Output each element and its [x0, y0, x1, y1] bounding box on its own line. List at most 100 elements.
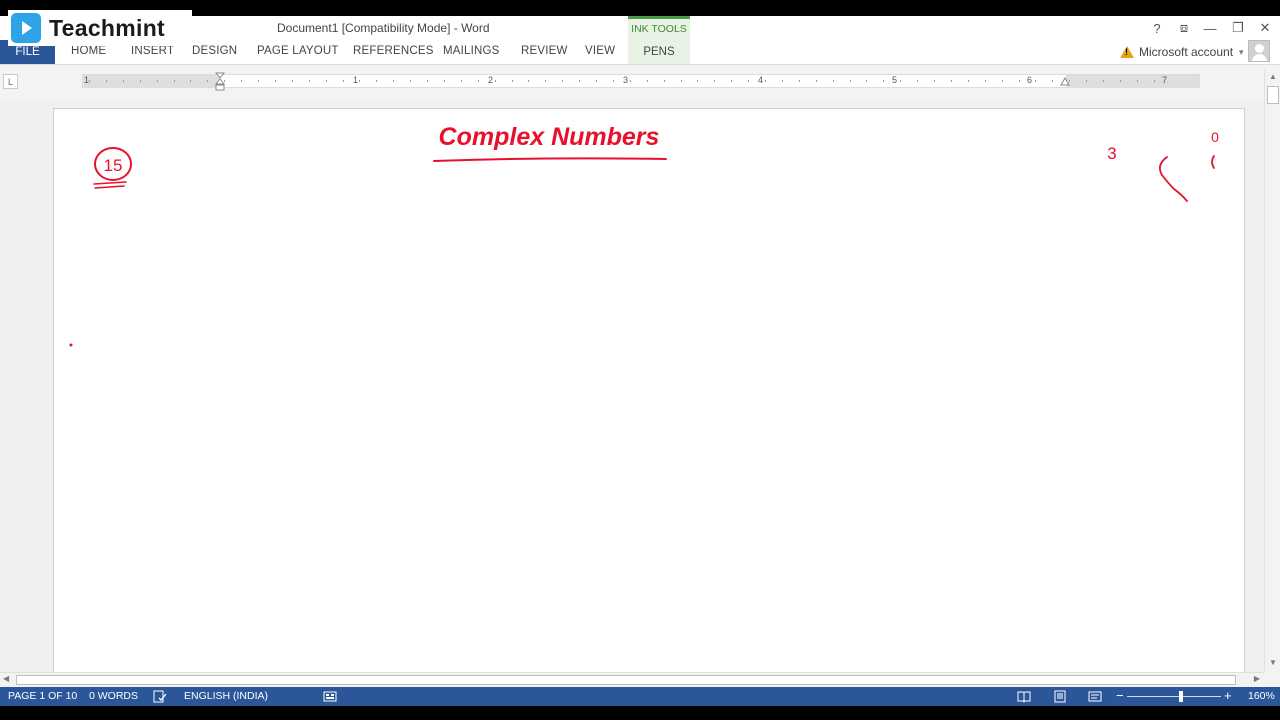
ruler-tick	[1086, 80, 1088, 82]
ruler-tick	[748, 80, 750, 82]
tab-page-layout[interactable]: PAGE LAYOUT	[257, 45, 339, 57]
ruler-tick	[460, 80, 462, 82]
ruler-tick	[1103, 80, 1104, 82]
ruler-tick	[934, 80, 935, 82]
document-title: Document1 [Compatibility Mode] - Word	[277, 21, 490, 35]
ruler-tick	[528, 80, 530, 82]
ruler-tick	[427, 80, 428, 82]
ruler-tick	[680, 80, 682, 82]
ruler-tick	[967, 80, 969, 82]
ruler-tick	[139, 80, 141, 82]
ruler-tick	[612, 80, 614, 82]
ruler-tick	[258, 80, 259, 82]
ruler-tick	[443, 80, 445, 82]
vertical-scrollbar[interactable]: ▲ ▼	[1264, 70, 1280, 672]
minimize-icon[interactable]: —	[1200, 19, 1220, 37]
horizontal-scrollbar[interactable]: ◀ ▶	[0, 672, 1264, 687]
ruler-tick	[1052, 80, 1054, 82]
teachmint-logo-icon	[11, 13, 41, 43]
web-layout-icon[interactable]	[1088, 690, 1102, 703]
ruler-number: 3	[623, 75, 629, 85]
scroll-up-icon[interactable]: ▲	[1267, 72, 1279, 84]
ink-tools-context-group: INK TOOLS PENS	[628, 16, 690, 64]
ruler-tick	[122, 80, 124, 82]
scroll-right-icon[interactable]: ▶	[1254, 674, 1260, 683]
account-label: Microsoft account	[1139, 45, 1234, 59]
screen-top-strip	[0, 0, 1280, 16]
restore-icon[interactable]: ❐	[1228, 19, 1248, 37]
ruler-tick	[494, 80, 496, 82]
ruler-tick	[1018, 80, 1020, 82]
status-bar: PAGE 1 OF 10 0 WORDS ENGLISH (INDIA) − +…	[0, 687, 1280, 706]
ruler-tick	[815, 80, 817, 82]
zoom-slider[interactable]	[1127, 696, 1221, 697]
ruler-number: 2	[488, 75, 494, 85]
macro-recording-icon[interactable]	[323, 690, 337, 703]
ruler-tick	[308, 80, 310, 82]
scroll-down-icon[interactable]: ▼	[1267, 658, 1279, 670]
ruler-tick	[984, 80, 986, 82]
tab-pens[interactable]: PENS	[628, 46, 690, 58]
tab-mailings[interactable]: MAILINGS	[443, 45, 500, 57]
tab-insert[interactable]: INSERT	[131, 45, 174, 57]
page-count[interactable]: PAGE 1 OF 10	[8, 690, 77, 702]
tab-design[interactable]: DESIGN	[192, 45, 237, 57]
ruler-number: 4	[758, 75, 764, 85]
ruler-tick	[765, 80, 766, 82]
help-icon[interactable]: ?	[1147, 19, 1167, 37]
ruler-tick	[545, 80, 547, 82]
right-indent-marker-icon[interactable]	[1060, 77, 1070, 87]
tab-references[interactable]: REFERENCES	[353, 45, 434, 57]
zoom-slider-thumb[interactable]	[1179, 691, 1183, 702]
ruler-row: L 1 1 2 3 4 5 6 7	[0, 64, 1280, 100]
title-underline	[433, 157, 667, 162]
teachmint-logo: Teachmint	[8, 10, 192, 46]
circled-number: 15	[104, 156, 123, 175]
ruler-tick	[832, 80, 834, 82]
vertical-scroll-thumb[interactable]	[1267, 86, 1279, 104]
tab-view[interactable]: VIEW	[585, 45, 615, 57]
read-mode-icon[interactable]	[1017, 690, 1031, 703]
document-page[interactable]: Complex Numbers 15 3 0	[53, 108, 1245, 688]
ruler-tick	[1119, 80, 1121, 82]
zoom-in-button[interactable]: +	[1224, 688, 1232, 703]
margin-mark: 0	[1211, 129, 1219, 145]
number-underline	[94, 185, 125, 189]
microsoft-account-menu[interactable]: Microsoft account ▾	[1120, 43, 1244, 61]
ruler-tick	[190, 80, 192, 82]
ruler-tick	[207, 80, 209, 82]
ruler-left-margin	[83, 75, 219, 87]
word-count[interactable]: 0 WORDS	[89, 690, 138, 702]
language[interactable]: ENGLISH (INDIA)	[184, 690, 268, 702]
ruler-number: 5	[892, 75, 898, 85]
ruler-tick	[325, 80, 327, 82]
screen-bottom-strip	[0, 706, 1280, 720]
ruler-tick	[1153, 80, 1155, 82]
proofing-icon[interactable]	[153, 690, 167, 703]
ribbon-display-options-icon[interactable]: ⧈	[1174, 19, 1194, 37]
tab-selector-button[interactable]: L	[3, 74, 18, 89]
ruler-tick	[173, 80, 175, 82]
avatar[interactable]	[1248, 40, 1270, 62]
horizontal-scroll-thumb[interactable]	[16, 675, 1236, 685]
indent-marker-icon[interactable]	[215, 72, 225, 92]
margin-mark: 3	[1107, 144, 1116, 163]
ink-tools-label: INK TOOLS	[631, 23, 687, 35]
tab-home[interactable]: HOME	[71, 45, 106, 57]
ruler-tick	[511, 80, 513, 82]
ruler-tick	[596, 80, 597, 82]
ink-squiggle	[1158, 156, 1188, 202]
zoom-level[interactable]: 160%	[1248, 690, 1275, 702]
ruler-tick	[1035, 80, 1037, 82]
document-canvas[interactable]: Complex Numbers 15 3 0	[0, 100, 1264, 688]
ruler-tick	[663, 80, 665, 82]
close-icon[interactable]: ✕	[1255, 19, 1275, 37]
number-underline	[93, 181, 127, 185]
handwritten-title: Complex Numbers	[439, 123, 660, 151]
print-layout-icon[interactable]	[1053, 690, 1067, 703]
zoom-out-button[interactable]: −	[1116, 688, 1124, 703]
ruler-tick	[950, 80, 952, 82]
scroll-left-icon[interactable]: ◀	[3, 674, 9, 683]
tab-review[interactable]: REVIEW	[521, 45, 568, 57]
horizontal-ruler[interactable]: 1 1 2 3 4 5 6 7	[82, 74, 1200, 88]
